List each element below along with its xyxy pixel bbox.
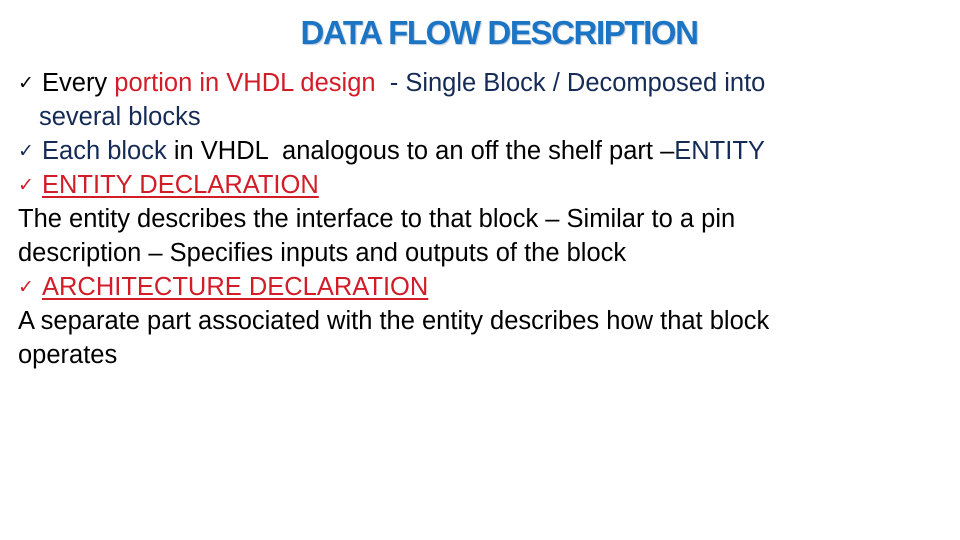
section-heading-entity: ✓ ENTITY DECLARATION	[18, 168, 948, 202]
bullet-continuation: several blocks	[39, 103, 201, 131]
slide-body: ✓ Every portion in VHDL design - Single B…	[18, 66, 948, 372]
paragraph-architecture: A separate part associated with the enti…	[18, 307, 770, 369]
checkmark-icon: ✓	[18, 276, 34, 298]
checkmark-icon: ✓	[18, 72, 34, 94]
bullet-item: ✓ Each block in VHDL analogous to an off …	[18, 134, 948, 168]
bullet-item: ✓ Every portion in VHDL design - Single B…	[18, 66, 948, 100]
slide-title: DATA FLOW DESCRIPTION	[300, 14, 699, 51]
section-heading-architecture: ✓ ARCHITECTURE DECLARATION	[18, 270, 948, 304]
highlight-text: portion in VHDL design	[114, 69, 376, 97]
checkmark-icon: ✓	[18, 140, 34, 162]
paragraph-entity: The entity describes the interface to th…	[18, 205, 736, 267]
checkmark-icon: ✓	[18, 174, 34, 196]
